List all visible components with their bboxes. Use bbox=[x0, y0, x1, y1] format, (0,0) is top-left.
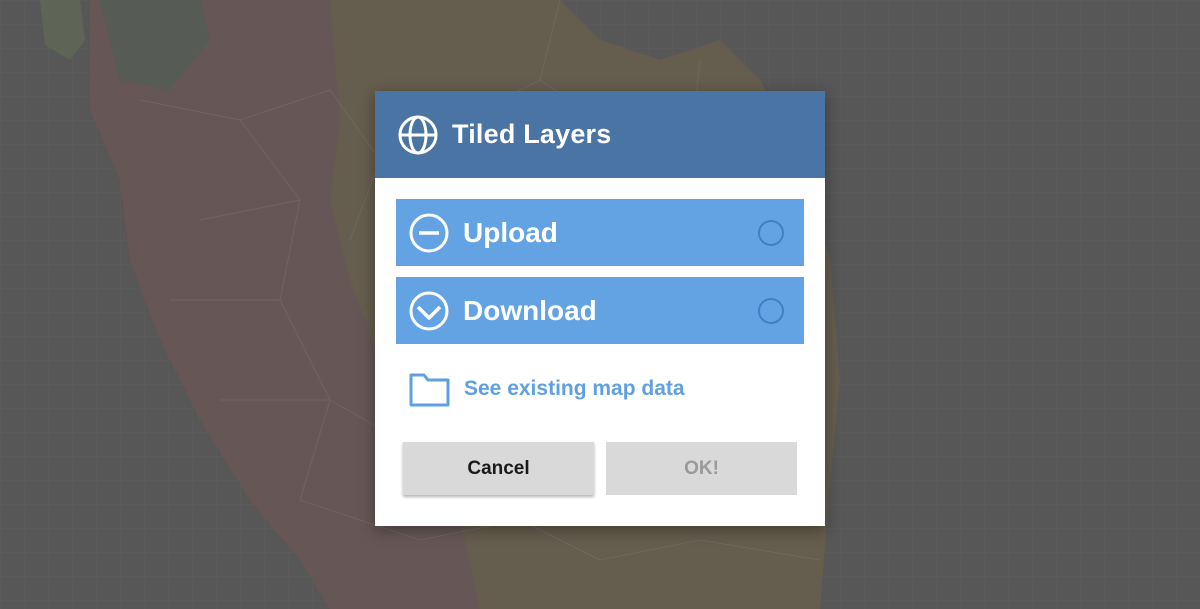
tiled-layers-dialog: Tiled Layers Upload Download See existin bbox=[375, 91, 825, 526]
see-existing-map-data-link[interactable]: See existing map data bbox=[408, 369, 685, 409]
globe-icon bbox=[397, 114, 439, 156]
cancel-button[interactable]: Cancel bbox=[403, 442, 594, 495]
download-option[interactable]: Download bbox=[396, 277, 804, 344]
dialog-title: Tiled Layers bbox=[452, 119, 612, 149]
download-label: Download bbox=[463, 294, 597, 326]
folder-icon bbox=[408, 369, 452, 409]
ok-button[interactable]: OK! bbox=[606, 442, 797, 495]
download-radio[interactable] bbox=[758, 297, 784, 324]
upload-radio[interactable] bbox=[758, 219, 784, 246]
see-existing-map-data-label: See existing map data bbox=[464, 377, 685, 400]
upload-label: Upload bbox=[463, 216, 558, 248]
chevron-down-circle-icon bbox=[408, 290, 450, 332]
upload-option[interactable]: Upload bbox=[396, 199, 804, 266]
minus-circle-icon bbox=[408, 212, 450, 254]
dialog-header: Tiled Layers bbox=[375, 91, 825, 178]
